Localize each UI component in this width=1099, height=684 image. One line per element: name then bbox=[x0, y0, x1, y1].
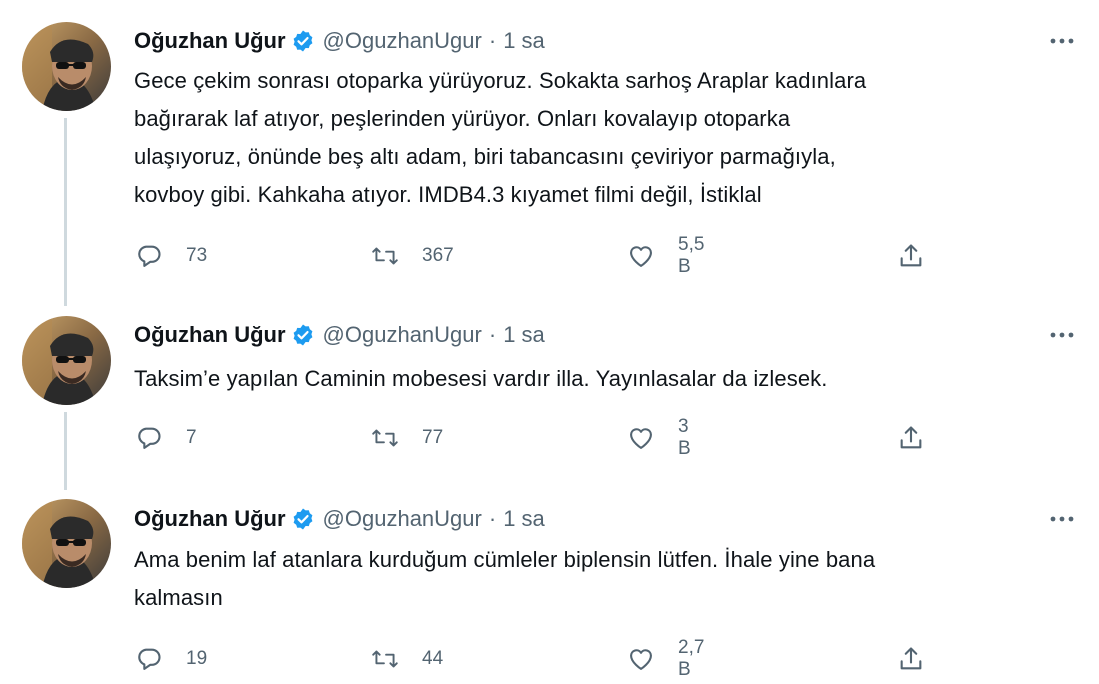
tweet-text-line: kalmasın bbox=[134, 585, 223, 610]
like-count: 2,7 B bbox=[678, 637, 705, 680]
like-icon bbox=[626, 644, 656, 674]
retweet-button[interactable]: 367 bbox=[370, 236, 454, 276]
reply-button[interactable]: 19 bbox=[134, 639, 207, 679]
retweet-button[interactable]: 44 bbox=[370, 639, 443, 679]
separator: · bbox=[488, 322, 497, 347]
more-icon[interactable] bbox=[1045, 504, 1079, 534]
author-name[interactable]: Oğuzhan Uğur bbox=[134, 28, 286, 54]
retweet-icon bbox=[370, 241, 400, 271]
reply-icon bbox=[134, 423, 164, 453]
tweet-text-line: kovboy gibi. Kahkaha atıyor. IMDB4.3 kıy… bbox=[134, 182, 762, 207]
timestamp[interactable]: 1 sa bbox=[503, 322, 545, 348]
like-button[interactable]: 3 B bbox=[626, 416, 691, 459]
verified-badge-icon bbox=[291, 29, 315, 53]
share-icon bbox=[896, 241, 926, 271]
separator: · bbox=[488, 28, 497, 53]
author-name[interactable]: Oğuzhan Uğur bbox=[134, 322, 286, 348]
more-icon[interactable] bbox=[1045, 26, 1079, 56]
tweet-text-line: Taksim’e yapılan Caminin mobesesi vardır… bbox=[134, 366, 828, 391]
author-name[interactable]: Oğuzhan Uğur bbox=[134, 506, 286, 532]
avatar[interactable] bbox=[22, 22, 111, 111]
tweet-header: Oğuzhan Uğur @OguzhanUgur · 1 sa bbox=[134, 26, 545, 56]
tweet-1[interactable]: Oğuzhan Uğur @OguzhanUgur · 1 sa Gece çe… bbox=[0, 0, 1099, 290]
tweet-text: Gece çekim sonrası otoparka yürüyoruz. S… bbox=[134, 62, 1084, 214]
share-button[interactable] bbox=[896, 418, 926, 458]
like-button[interactable]: 5,5 B bbox=[626, 234, 705, 277]
reply-count: 19 bbox=[186, 648, 208, 669]
reply-icon bbox=[134, 644, 164, 674]
tweet-text-line: ulaşıyoruz, önünde beş altı adam, biri t… bbox=[134, 144, 836, 169]
more-icon[interactable] bbox=[1045, 320, 1079, 350]
tweet-text-line: Gece çekim sonrası otoparka yürüyoruz. S… bbox=[134, 68, 867, 93]
avatar[interactable] bbox=[22, 316, 111, 405]
verified-badge-icon bbox=[291, 323, 315, 347]
share-icon bbox=[896, 644, 926, 674]
share-button[interactable] bbox=[896, 236, 926, 276]
avatar[interactable] bbox=[22, 499, 111, 588]
share-button[interactable] bbox=[896, 639, 926, 679]
reply-count: 7 bbox=[186, 427, 197, 448]
thread-connector-line bbox=[64, 412, 67, 490]
reply-button[interactable]: 73 bbox=[134, 236, 207, 276]
retweet-count: 77 bbox=[422, 427, 444, 448]
tweet-header: Oğuzhan Uğur @OguzhanUgur · 1 sa bbox=[134, 320, 545, 350]
share-icon bbox=[896, 423, 926, 453]
like-icon bbox=[626, 423, 656, 453]
reply-button[interactable]: 7 bbox=[134, 418, 197, 458]
reply-count: 73 bbox=[186, 245, 208, 266]
retweet-count: 44 bbox=[422, 648, 444, 669]
author-handle[interactable]: @OguzhanUgur bbox=[323, 322, 482, 348]
tweet-text-line: bağırarak laf atıyor, peşlerinden yürüyo… bbox=[134, 106, 791, 131]
reply-icon bbox=[134, 241, 164, 271]
author-handle[interactable]: @OguzhanUgur bbox=[323, 28, 482, 54]
timestamp[interactable]: 1 sa bbox=[503, 28, 545, 54]
verified-badge-icon bbox=[291, 507, 315, 531]
like-count: 5,5 B bbox=[678, 234, 705, 277]
retweet-icon bbox=[370, 644, 400, 674]
retweet-count: 367 bbox=[422, 245, 454, 266]
like-count: 3 B bbox=[678, 416, 691, 459]
like-icon bbox=[626, 241, 656, 271]
like-button[interactable]: 2,7 B bbox=[626, 637, 705, 680]
tweet-text-line: Ama benim laf atanlara kurduğum cümleler… bbox=[134, 547, 876, 572]
author-handle[interactable]: @OguzhanUgur bbox=[323, 506, 482, 532]
retweet-button[interactable]: 77 bbox=[370, 418, 443, 458]
retweet-icon bbox=[370, 423, 400, 453]
tweet-header: Oğuzhan Uğur @OguzhanUgur · 1 sa bbox=[134, 504, 545, 534]
separator: · bbox=[488, 506, 497, 531]
tweet-thread: Oğuzhan Uğur @OguzhanUgur · 1 sa Gece çe… bbox=[0, 0, 1099, 684]
tweet-text: Ama benim laf atanlara kurduğum cümleler… bbox=[134, 541, 1084, 617]
timestamp[interactable]: 1 sa bbox=[503, 506, 545, 532]
tweet-text: Taksim’e yapılan Caminin mobesesi vardır… bbox=[134, 360, 1084, 398]
